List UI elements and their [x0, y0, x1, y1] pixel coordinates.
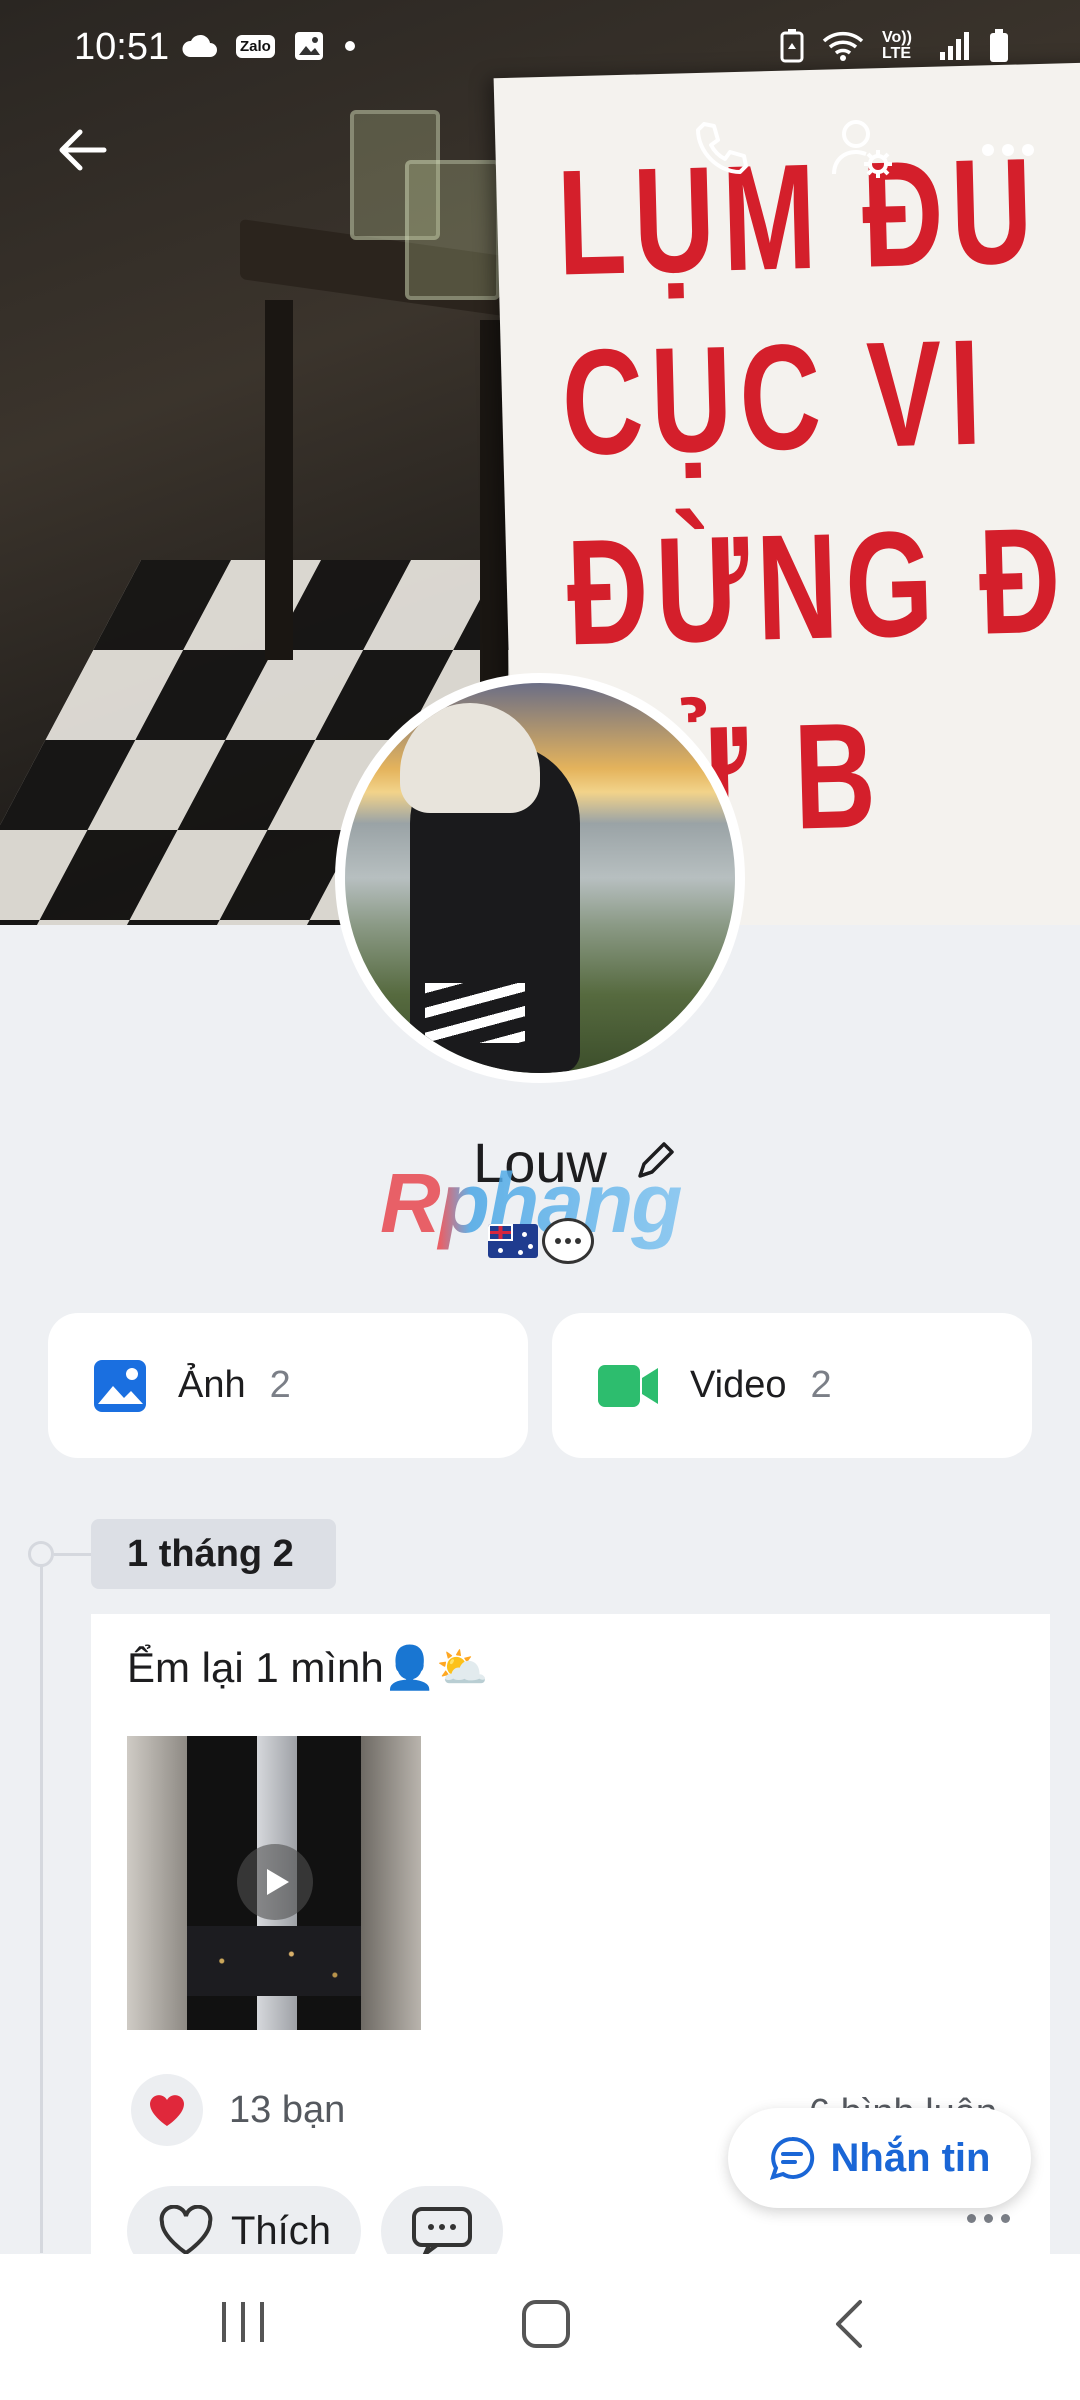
wifi-icon	[822, 31, 864, 61]
australia-flag-icon	[488, 1224, 538, 1258]
videos-card[interactable]: Video 2	[552, 1313, 1032, 1458]
recent-apps-icon	[222, 2302, 264, 2342]
back-arrow-icon	[59, 129, 107, 171]
battery-icon	[990, 29, 1008, 62]
thumb-curtain-right	[361, 1736, 421, 2030]
play-button[interactable]	[237, 1844, 313, 1920]
heart-outline-icon	[159, 2205, 213, 2256]
thumb-city	[187, 1926, 361, 1996]
like-label: Thích	[231, 2208, 332, 2253]
reaction-count: 13 bạn	[229, 2088, 346, 2131]
battery-saver-icon	[780, 29, 804, 63]
avatar-hat	[400, 703, 540, 813]
message-button[interactable]: Nhắn tin	[728, 2108, 1031, 2208]
post-card: Ểm lại 1 mình👤⛅ 13 bạn 6 bình luận Thích	[91, 1614, 1050, 2314]
recent-apps-button[interactable]	[218, 2298, 268, 2351]
speech-bubble-icon	[542, 1218, 594, 1264]
system-icons: Vo)) LTE	[780, 28, 1010, 64]
comment-icon	[412, 2207, 473, 2256]
status-bar: 10:51 Zalo Vo)) LTE	[0, 0, 1080, 90]
volte-icon: Vo)) LTE	[882, 29, 912, 62]
back-button[interactable]	[52, 120, 112, 185]
notification-icons: Zalo	[180, 30, 357, 62]
call-button[interactable]	[690, 118, 752, 185]
reaction-summary[interactable]: 13 bạn	[131, 2074, 345, 2146]
heart-filled-icon	[150, 2095, 184, 2126]
nav-back-button[interactable]	[830, 2298, 870, 2355]
play-icon	[267, 1869, 289, 1895]
videos-label: Video	[690, 1364, 787, 1406]
avatar[interactable]	[335, 673, 745, 1083]
user-settings-icon	[832, 120, 892, 178]
sign-line-2: CỤC VI	[559, 307, 991, 487]
cover-glass	[405, 160, 500, 300]
photos-count: 2	[269, 1364, 291, 1406]
signal-icon	[940, 32, 969, 60]
video-camera-icon	[598, 1364, 658, 1407]
cloud-icon	[182, 34, 217, 57]
more-horizontal-icon	[982, 144, 1034, 156]
thumb-curtain-left	[127, 1736, 187, 2030]
photo-icon	[94, 1359, 146, 1412]
home-icon	[522, 2300, 570, 2348]
post-video-thumbnail[interactable]	[127, 1736, 421, 2030]
timeline-line	[40, 1553, 43, 2253]
home-button[interactable]	[520, 2298, 572, 2355]
photos-card[interactable]: Ảnh 2	[48, 1313, 528, 1458]
post-more-button[interactable]	[967, 2214, 1010, 2223]
cover-stool-leg	[265, 300, 293, 660]
timeline-date: 1 tháng 2	[91, 1519, 336, 1589]
chat-icon	[769, 2136, 814, 2181]
zalo-icon: Zalo	[236, 34, 275, 58]
reaction-heart	[131, 2074, 203, 2146]
message-label: Nhắn tin	[830, 2135, 991, 2180]
timeline-connector	[54, 1553, 92, 1556]
profile-settings-button[interactable]	[830, 116, 896, 187]
profile-bio	[488, 1218, 594, 1264]
system-nav-bar	[0, 2254, 1080, 2400]
dot-icon	[344, 41, 355, 51]
videos-count: 2	[810, 1364, 832, 1406]
back-icon	[836, 2300, 862, 2348]
sign-line-1: LỤM ĐU	[555, 126, 1042, 307]
gallery-icon	[294, 32, 323, 60]
timeline-dot	[28, 1541, 54, 1567]
more-options-button[interactable]	[980, 140, 1036, 165]
status-time: 10:51	[74, 26, 170, 68]
sign-line-3: ĐỪNG Đ	[564, 495, 1070, 677]
phone-icon	[696, 122, 748, 174]
post-text: Ểm lại 1 mình👤⛅	[127, 1644, 489, 1691]
avatar-stripes	[425, 983, 525, 1043]
photos-label: Ảnh	[178, 1364, 246, 1406]
